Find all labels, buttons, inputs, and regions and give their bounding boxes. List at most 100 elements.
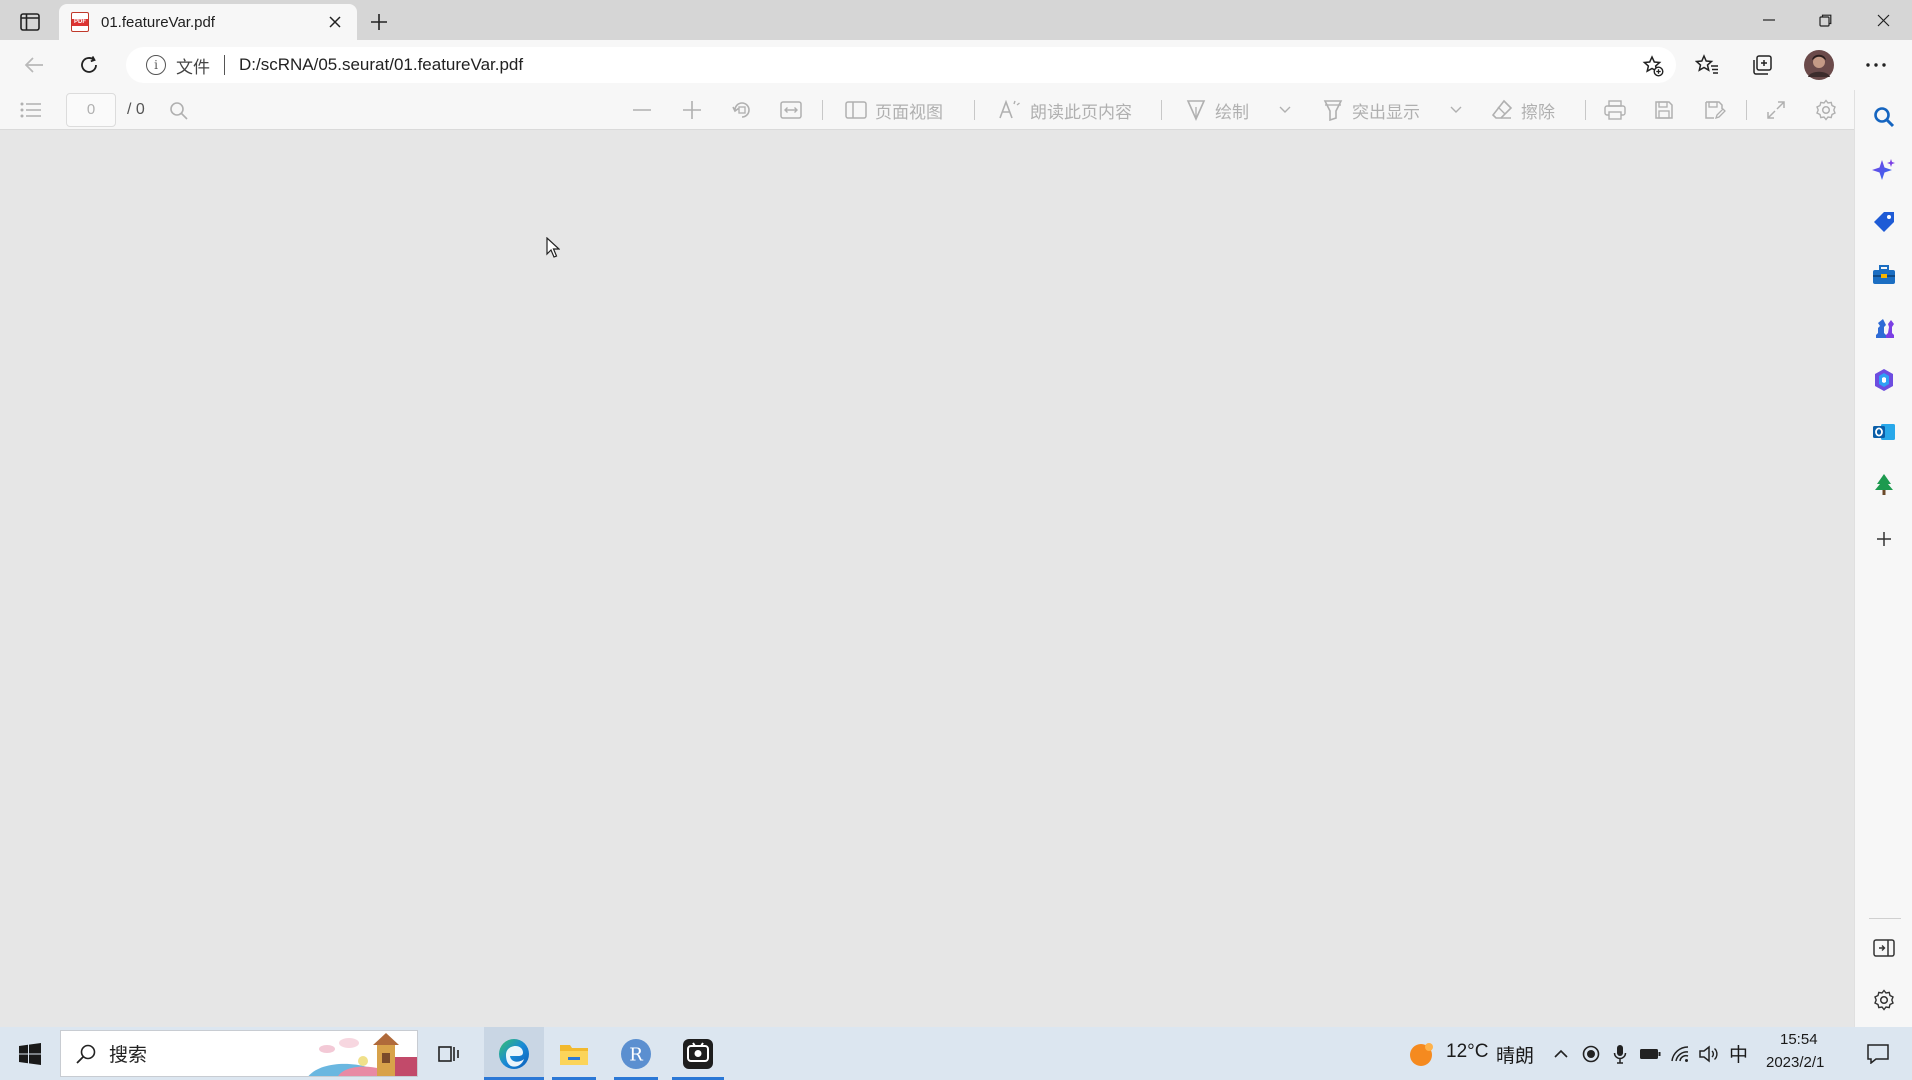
erase-label: 擦除 [1521,102,1555,122]
page-number-input[interactable]: 0 [66,93,116,127]
sidebar-outlook-button[interactable] [1868,416,1900,448]
new-tab-button[interactable] [366,9,392,35]
network-status-icon[interactable] [1668,1027,1692,1080]
draw-options-dropdown[interactable] [1279,90,1291,130]
fit-width-icon [780,101,802,119]
sidebar-games-button[interactable] [1868,312,1900,344]
fit-width-button[interactable] [780,90,802,130]
minimize-icon [1763,19,1775,21]
chevron-down-icon [1450,106,1462,113]
star-add-icon [1642,55,1664,77]
battery-status-icon[interactable] [1638,1027,1662,1080]
url-text[interactable]: D:/scRNA/05.seurat/01.featureVar.pdf [239,55,523,75]
clock-date[interactable]: 2023/2/1 [1766,1054,1824,1071]
search-icon [1874,107,1895,128]
tab-active[interactable]: 01.featureVar.pdf [59,4,357,40]
edge-sidebar [1854,90,1912,1027]
read-aloud-button[interactable]: 朗读此页内容 [998,90,1132,130]
plus-icon [683,101,701,119]
task-view-button[interactable] [432,1027,466,1080]
wifi-icon [1671,1045,1689,1062]
close-window-button[interactable] [1861,6,1905,34]
pdf-file-icon [71,12,89,32]
input-method-indicator[interactable]: 中 [1729,1040,1748,1067]
restore-button[interactable] [1803,6,1847,34]
sidebar-tree-button[interactable] [1868,468,1900,500]
printer-icon [1604,100,1626,120]
erase-button[interactable]: 擦除 [1491,90,1555,130]
favorites-button[interactable] [1691,49,1723,81]
table-of-contents-button[interactable] [20,90,42,130]
tab-close-button[interactable] [325,12,345,32]
fullscreen-button[interactable] [1766,90,1786,130]
list-icon [20,102,41,118]
highlight-button[interactable]: 突出显示 [1322,90,1420,130]
sidebar-hide-button[interactable] [1868,932,1900,964]
taskbar-file-explorer-button[interactable] [548,1027,600,1080]
pen-icon [1186,100,1206,121]
minimize-button[interactable] [1747,6,1791,34]
avatar [1804,50,1834,80]
save-as-button[interactable] [1704,90,1726,130]
weather-condition[interactable]: 晴朗 [1496,1041,1534,1068]
record-icon [1582,1045,1600,1062]
draw-button[interactable]: 绘制 [1185,90,1249,130]
sidebar-tools-button[interactable] [1868,259,1900,291]
taskbar-recorder-button[interactable] [672,1027,724,1080]
pdf-settings-button[interactable] [1815,90,1837,130]
profile-button[interactable] [1803,49,1835,81]
pdf-viewer-canvas[interactable] [0,131,1854,1027]
sidebar-office-button[interactable] [1868,364,1900,396]
taskbar-search-box[interactable]: 搜索 [60,1030,418,1077]
refresh-button[interactable] [73,49,105,81]
expand-icon [1767,101,1785,119]
collections-button[interactable] [1746,49,1778,81]
weather-temp[interactable]: 12°C [1446,1041,1488,1063]
rotate-button[interactable] [731,90,753,130]
info-icon[interactable]: i [146,55,166,75]
minus-icon [633,109,651,111]
start-button[interactable] [12,1027,48,1080]
read-aloud-label: 朗读此页内容 [1030,102,1132,122]
search-label: 搜索 [109,1045,148,1066]
sun-icon [1410,1042,1433,1066]
sidebar-search-button[interactable] [1868,101,1900,133]
scheme-label: 文件 [176,57,210,77]
sidebar-divider [1869,918,1901,919]
toolbar-divider [1161,100,1162,120]
chevron-down-icon [1279,106,1291,113]
volume-status-icon[interactable] [1697,1027,1721,1080]
sidebar-shopping-button[interactable] [1868,206,1900,238]
record-status-icon[interactable] [1580,1027,1602,1080]
taskbar-r-button[interactable]: R [610,1027,662,1080]
pdf-toolbar: 0 / 0 页面视图 朗读此页内容 绘制 突出显示 擦除 [0,90,1854,130]
save-button[interactable] [1654,90,1674,130]
highlight-options-dropdown[interactable] [1450,90,1462,130]
microphone-status-icon[interactable] [1609,1027,1631,1080]
print-button[interactable] [1604,90,1626,130]
show-hidden-icons-button[interactable] [1550,1027,1572,1080]
toolbar-divider [1585,100,1586,120]
zoom-in-button[interactable] [683,90,701,130]
highlighter-icon [1323,100,1343,121]
tab-actions-button[interactable] [14,8,46,36]
add-favorite-button[interactable] [1642,55,1664,82]
clock-time[interactable]: 15:54 [1780,1031,1818,1048]
weather-icon[interactable] [1405,1027,1439,1080]
page-view-button[interactable]: 页面视图 [845,90,943,130]
sidebar-discover-button[interactable] [1868,154,1900,186]
more-icon [1866,63,1886,67]
search-highlight-illustration-icon [308,1033,417,1076]
action-center-button[interactable] [1858,1027,1898,1080]
sidebar-add-button[interactable] [1868,523,1900,555]
back-button[interactable] [18,49,50,81]
tab-actions-icon [20,13,40,31]
taskbar-edge-button[interactable] [484,1027,544,1080]
search-icon [76,1044,96,1064]
zoom-out-button[interactable] [633,90,651,130]
settings-more-button[interactable] [1860,49,1892,81]
find-button[interactable] [169,90,188,130]
address-bar[interactable]: i 文件 D:/scRNA/05.seurat/01.featureVar.pd… [126,47,1676,83]
sidebar-settings-button[interactable] [1868,984,1900,1016]
restore-icon [1818,14,1831,27]
